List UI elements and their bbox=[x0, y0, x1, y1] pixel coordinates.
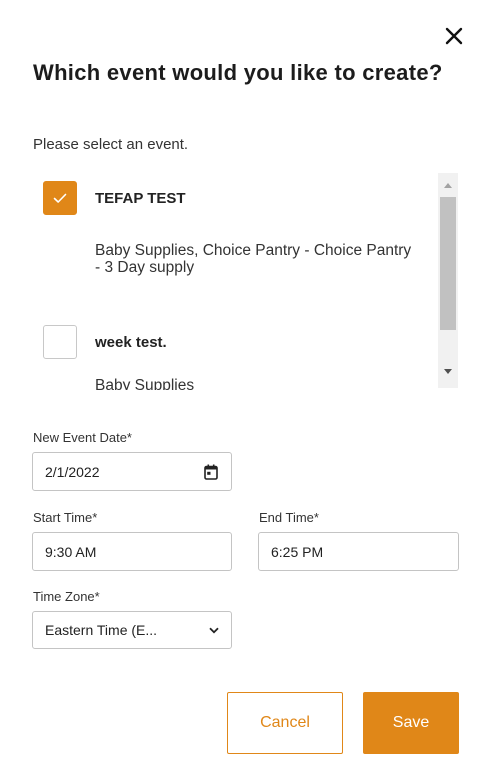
event-list-scrollbar[interactable] bbox=[438, 173, 458, 388]
event-description: Baby Supplies, Choice Pantry - Choice Pa… bbox=[95, 242, 412, 276]
scroll-down-arrow[interactable] bbox=[438, 363, 458, 379]
end-time-field[interactable]: 6:25 PM bbox=[258, 532, 459, 571]
check-icon bbox=[53, 193, 67, 203]
event-name: TEFAP TEST bbox=[95, 190, 186, 207]
caret-up-icon bbox=[444, 182, 452, 188]
caret-down-icon bbox=[444, 368, 452, 374]
time-zone-value: Eastern Time (E... bbox=[45, 622, 158, 638]
dialog-title: Which event would you like to create? bbox=[33, 60, 443, 85]
calendar-icon[interactable] bbox=[204, 464, 218, 480]
event-date-value: 2/1/2022 bbox=[45, 463, 100, 480]
cancel-button[interactable]: Cancel bbox=[227, 692, 343, 754]
close-icon bbox=[445, 27, 463, 45]
end-time-value: 6:25 PM bbox=[271, 543, 324, 560]
chevron-down-icon bbox=[209, 627, 219, 634]
scroll-up-arrow[interactable] bbox=[438, 177, 458, 193]
time-zone-select[interactable]: Eastern Time (E... bbox=[32, 611, 232, 649]
event-checkbox[interactable] bbox=[43, 181, 77, 215]
event-date-label: New Event Date* bbox=[33, 430, 132, 445]
start-time-value: 9:30 AM bbox=[45, 543, 97, 560]
end-time-label: End Time* bbox=[259, 510, 319, 525]
start-time-label: Start Time* bbox=[33, 510, 98, 525]
dialog-subtitle: Please select an event. bbox=[33, 136, 189, 153]
event-name: week test. bbox=[95, 334, 167, 351]
event-description: Baby Supplies bbox=[95, 377, 195, 390]
start-time-field[interactable]: 9:30 AM bbox=[32, 532, 232, 571]
event-date-field[interactable]: 2/1/2022 bbox=[32, 452, 232, 491]
scroll-thumb[interactable] bbox=[440, 197, 456, 330]
close-button[interactable] bbox=[440, 22, 468, 50]
time-zone-label: Time Zone* bbox=[33, 589, 100, 604]
save-button[interactable]: Save bbox=[363, 692, 459, 754]
event-checkbox[interactable] bbox=[43, 325, 77, 359]
event-list[interactable]: TEFAP TEST Baby Supplies, Choice Pantry … bbox=[33, 173, 458, 390]
